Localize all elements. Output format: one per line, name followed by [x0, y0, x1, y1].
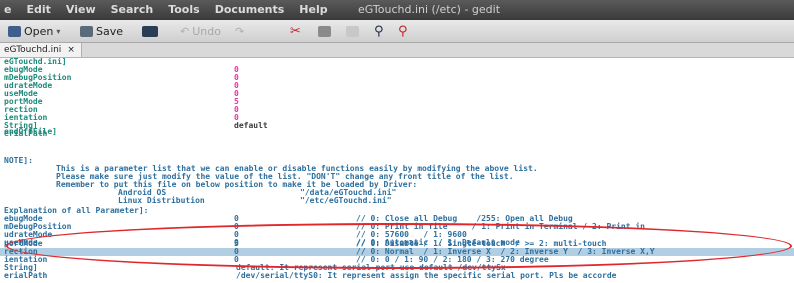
toolbar: Open ▾ Save ↶ Undo ↷ ✂ ⚲ ⚲: [0, 20, 794, 43]
cut-icon: ✂: [290, 23, 301, 39]
menu-search[interactable]: Search: [111, 3, 154, 16]
copy-icon: [318, 25, 331, 37]
open-label: Open: [24, 24, 54, 38]
chevron-down-icon: ▾: [56, 26, 61, 36]
save-button[interactable]: Save: [80, 23, 123, 39]
title-bar: e Edit View Search Tools Documents Help …: [0, 0, 794, 20]
undo-icon: ↶: [180, 24, 190, 38]
menu-file[interactable]: e: [4, 3, 11, 16]
document-tab[interactable]: eGTouchd.ini ×: [0, 43, 82, 57]
search-icon: ⚲: [374, 23, 384, 39]
tab-label: eGTouchd.ini: [4, 45, 62, 55]
path-os: Linux Distribution: [118, 196, 205, 205]
tab-bar: eGTouchd.ini ×: [0, 43, 794, 58]
menu-help[interactable]: Help: [299, 3, 327, 16]
annotation-oval: [6, 223, 792, 269]
menu-tools[interactable]: Tools: [168, 3, 199, 16]
print-icon: [142, 25, 158, 37]
text-editor[interactable]: eGTouchd.ini] ebugMode 0 mDebugPosition …: [0, 58, 794, 283]
redo-button[interactable]: ↷: [235, 23, 244, 39]
replace-icon: ⚲: [398, 23, 408, 39]
menu-view[interactable]: View: [66, 3, 96, 16]
close-icon[interactable]: ×: [67, 43, 75, 57]
window-title: eGTouchd.ini (/etc) - gedit: [358, 3, 501, 16]
paste-button[interactable]: [346, 23, 359, 39]
setting-value: default: [234, 121, 268, 130]
paste-icon: [346, 25, 359, 37]
print-button[interactable]: [142, 23, 158, 39]
open-button[interactable]: Open ▾: [8, 23, 60, 39]
copy-button[interactable]: [318, 23, 331, 39]
section-header: endOffFile]: [4, 127, 57, 136]
replace-button[interactable]: ⚲: [398, 23, 408, 39]
note-header: NOTE]:: [4, 156, 33, 165]
save-icon: [80, 25, 93, 37]
menu-documents[interactable]: Documents: [215, 3, 285, 16]
menu-edit[interactable]: Edit: [26, 3, 50, 16]
cut-button[interactable]: ✂: [290, 23, 301, 39]
param-key: erialPath: [4, 271, 48, 280]
save-label: Save: [96, 24, 124, 38]
path-value: "/etc/eGTouchd.ini": [300, 196, 392, 205]
find-button[interactable]: ⚲: [374, 23, 384, 39]
folder-icon: [8, 25, 21, 37]
undo-button[interactable]: ↶ Undo: [180, 23, 221, 39]
redo-icon: ↷: [235, 24, 245, 38]
undo-label: Undo: [192, 24, 221, 38]
menu-bar: e Edit View Search Tools Documents Help: [4, 3, 328, 16]
tail-line: /dev/serial/ttyS0: It represent assign t…: [236, 271, 617, 280]
